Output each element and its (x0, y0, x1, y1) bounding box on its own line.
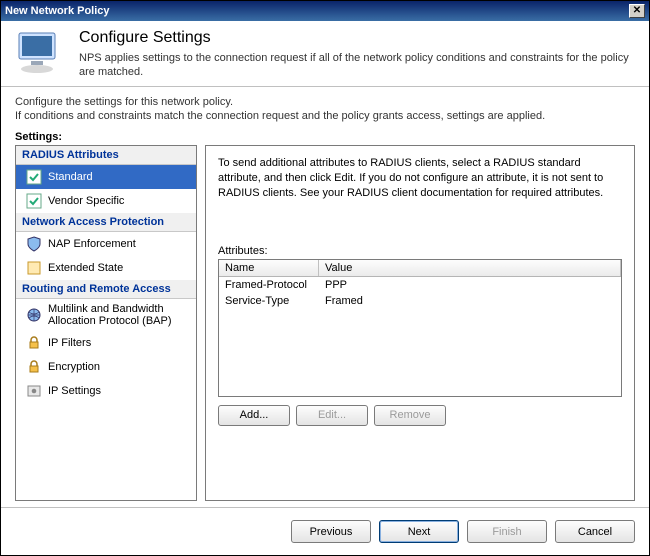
sidebar-item-vendor-specific[interactable]: Vendor Specific (16, 189, 196, 213)
shield-icon (26, 236, 42, 252)
close-icon[interactable]: ✕ (629, 4, 645, 18)
table-row[interactable]: Service-Type Framed (219, 293, 621, 309)
cell-name: Framed-Protocol (219, 278, 319, 292)
cell-name: Service-Type (219, 294, 319, 308)
sidebar-item-extended-state[interactable]: Extended State (16, 256, 196, 280)
sidebar-item-bap[interactable]: Multilink and Bandwidth Allocation Proto… (16, 299, 196, 331)
edit-button[interactable]: Edit... (296, 405, 368, 426)
instruction-line: Configure the settings for this network … (15, 95, 637, 109)
category-radius-attributes: RADIUS Attributes (16, 146, 196, 165)
sidebar-item-label: Vendor Specific (48, 195, 124, 207)
add-button[interactable]: Add... (218, 405, 290, 426)
instructions: Configure the settings for this network … (1, 87, 649, 126)
window-title: New Network Policy (5, 5, 629, 17)
column-name[interactable]: Name (219, 260, 319, 276)
cancel-button[interactable]: Cancel (555, 520, 635, 543)
state-icon (26, 260, 42, 276)
table-row[interactable]: Framed-Protocol PPP (219, 277, 621, 293)
column-value[interactable]: Value (319, 260, 621, 276)
settings-icon (26, 383, 42, 399)
sidebar-item-label: Extended State (48, 262, 123, 274)
monitor-icon (13, 29, 69, 77)
remove-button[interactable]: Remove (374, 405, 446, 426)
instruction-line: If conditions and constraints match the … (15, 109, 637, 123)
page-subtitle: NPS applies settings to the connection r… (79, 51, 637, 80)
sidebar-item-encryption[interactable]: Encryption (16, 355, 196, 379)
settings-tree[interactable]: RADIUS Attributes Standard Vendor Specif… (15, 145, 197, 501)
sidebar-item-ip-settings[interactable]: IP Settings (16, 379, 196, 403)
next-button[interactable]: Next (379, 520, 459, 543)
attributes-table[interactable]: Name Value Framed-Protocol PPP Service-T… (218, 259, 622, 397)
sidebar-item-standard[interactable]: Standard (16, 165, 196, 189)
sidebar-item-ip-filters[interactable]: IP Filters (16, 331, 196, 355)
wizard-header: Configure Settings NPS applies settings … (1, 21, 649, 87)
table-header: Name Value (219, 260, 621, 277)
attributes-label: Attributes: (218, 245, 622, 257)
lock-icon (26, 359, 42, 375)
sidebar-item-label: Multilink and Bandwidth Allocation Proto… (48, 303, 190, 327)
detail-description: To send additional attributes to RADIUS … (218, 156, 622, 201)
category-nap: Network Access Protection (16, 213, 196, 232)
cell-value: Framed (319, 294, 621, 308)
wizard-window: New Network Policy ✕ Configure Settings … (0, 0, 650, 556)
finish-button[interactable]: Finish (467, 520, 547, 543)
lock-icon (26, 335, 42, 351)
page-title: Configure Settings (79, 29, 637, 47)
sidebar-item-label: Encryption (48, 361, 100, 373)
cell-value: PPP (319, 278, 621, 292)
wizard-footer: Previous Next Finish Cancel (1, 507, 649, 555)
sidebar-item-label: IP Settings (48, 385, 101, 397)
category-rras: Routing and Remote Access (16, 280, 196, 299)
sidebar-item-nap-enforcement[interactable]: NAP Enforcement (16, 232, 196, 256)
titlebar: New Network Policy ✕ (1, 1, 649, 21)
check-icon (26, 193, 42, 209)
globe-icon (26, 307, 42, 323)
sidebar-item-label: Standard (48, 171, 93, 183)
sidebar-item-label: IP Filters (48, 337, 91, 349)
detail-panel: To send additional attributes to RADIUS … (205, 145, 635, 501)
previous-button[interactable]: Previous (291, 520, 371, 543)
sidebar-item-label: NAP Enforcement (48, 238, 136, 250)
settings-label: Settings: (1, 125, 649, 145)
check-icon (26, 169, 42, 185)
